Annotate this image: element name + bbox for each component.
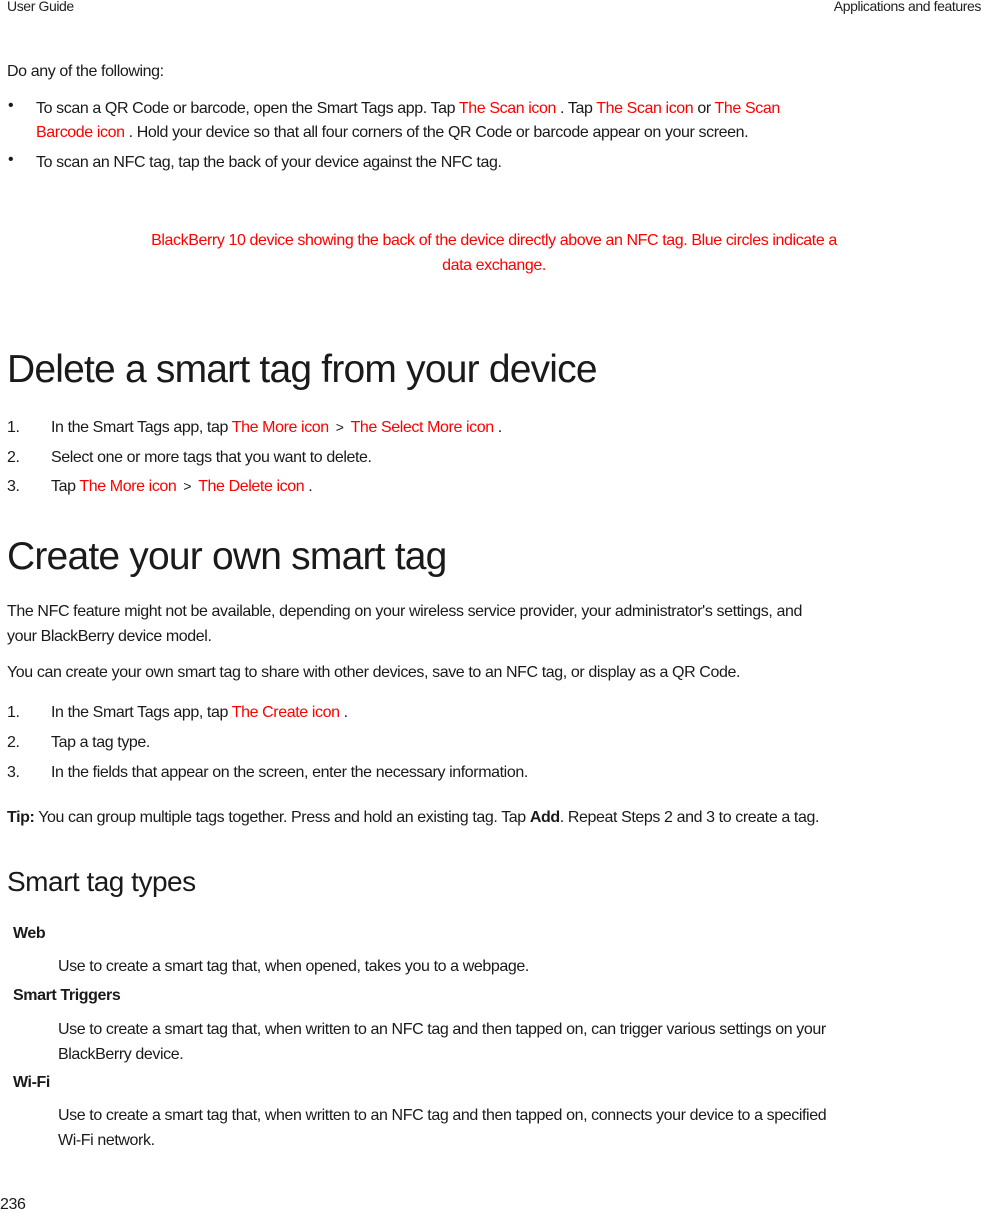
text-segment: To scan a QR Code or barcode, open the S… — [36, 100, 459, 117]
scan-barcode-icon-placeholder: The Scan — [714, 100, 781, 117]
step-number: 1. — [7, 704, 20, 721]
text-segment: . — [304, 478, 313, 495]
caption-line-1: BlackBerry 10 device showing the back of… — [151, 232, 837, 249]
para-line: The NFC feature might not be available, … — [7, 603, 802, 620]
bullet-icon: • — [8, 151, 14, 168]
text-segment: You can group multiple tags together. Pr… — [34, 809, 530, 826]
menu-separator: > — [328, 419, 351, 435]
bullet-line-2: Barcode icon . Hold your device so that … — [36, 121, 780, 145]
running-header-title: User Guide — [7, 0, 74, 14]
definition-line: BlackBerry device. — [58, 1046, 184, 1063]
running-header-section: Applications and features — [833, 0, 981, 14]
section-title-create: Create your own smart tag — [7, 535, 447, 578]
step-number: 2. — [7, 449, 20, 466]
step-number: 3. — [7, 764, 20, 781]
para-line: your BlackBerry device model. — [7, 628, 212, 645]
intro-text: Do any of the following: — [7, 63, 164, 80]
step-text: In the fields that appear on the screen,… — [51, 764, 528, 781]
nfc-availability-note: The NFC feature might not be available, … — [7, 599, 802, 649]
more-icon-placeholder: The More icon — [79, 478, 177, 495]
caption-line-2: data exchange. — [442, 257, 546, 274]
bullet-icon: • — [8, 97, 14, 114]
scan-icon-placeholder: The Scan icon — [458, 100, 556, 117]
text-segment: . — [493, 419, 502, 436]
image-caption: BlackBerry 10 device showing the back of… — [0, 228, 981, 278]
tip-label: Tip: — [7, 809, 35, 826]
create-icon-placeholder: The Create icon — [231, 704, 340, 721]
menu-separator: > — [176, 478, 199, 494]
text-segment: In the Smart Tags app, tap — [51, 419, 232, 436]
term-smart-triggers: Smart Triggers — [13, 987, 121, 1004]
page-number: 236 — [0, 1196, 26, 1213]
step-number: 1. — [7, 419, 20, 436]
bullet-line-1: To scan a QR Code or barcode, open the S… — [36, 97, 780, 121]
definition-line: Use to create a smart tag that, when ope… — [58, 958, 529, 975]
more-icon-placeholder: The More icon — [231, 419, 329, 436]
term-web: Web — [13, 925, 46, 942]
definition-line: Use to create a smart tag that, when wri… — [58, 1021, 826, 1038]
step-text: Select one or more tags that you want to… — [51, 449, 372, 466]
select-more-icon-placeholder: The Select More icon — [350, 419, 495, 436]
scan-barcode-icon-placeholder-cont: Barcode icon — [36, 124, 125, 141]
definition-web: Use to create a smart tag that, when ope… — [58, 954, 529, 979]
text-segment: . Repeat Steps 2 and 3 to create a tag. — [559, 809, 820, 826]
definition-wifi: Use to create a smart tag that, when wri… — [58, 1103, 827, 1153]
step-text: Tap a tag type. — [51, 734, 150, 751]
text-segment: or — [693, 100, 715, 117]
add-ui-label: Add — [529, 809, 560, 826]
text-segment: . Tap — [556, 100, 597, 117]
section-title-types: Smart tag types — [7, 866, 196, 897]
scan-icon-placeholder: The Scan icon — [596, 100, 694, 117]
text-segment: In the Smart Tags app, tap — [51, 704, 232, 721]
bullet-text: To scan an NFC tag, tap the back of your… — [36, 154, 502, 171]
create-intro-text: You can create your own smart tag to sha… — [7, 664, 740, 681]
definition-smart-triggers: Use to create a smart tag that, when wri… — [58, 1017, 826, 1067]
tip-note: Tip: You can group multiple tags togethe… — [7, 805, 819, 830]
definition-line: Wi-Fi network. — [58, 1132, 155, 1149]
definition-line: Use to create a smart tag that, when wri… — [58, 1107, 827, 1124]
step-number: 3. — [7, 478, 20, 495]
text-segment: . Hold your device so that all four corn… — [124, 124, 749, 141]
text-segment: Tap — [51, 478, 80, 495]
term-wifi: Wi-Fi — [13, 1074, 50, 1091]
step-number: 2. — [7, 734, 20, 751]
text-segment: . — [339, 704, 348, 721]
delete-icon-placeholder: The Delete icon — [198, 478, 305, 495]
section-title-delete: Delete a smart tag from your device — [7, 348, 598, 391]
